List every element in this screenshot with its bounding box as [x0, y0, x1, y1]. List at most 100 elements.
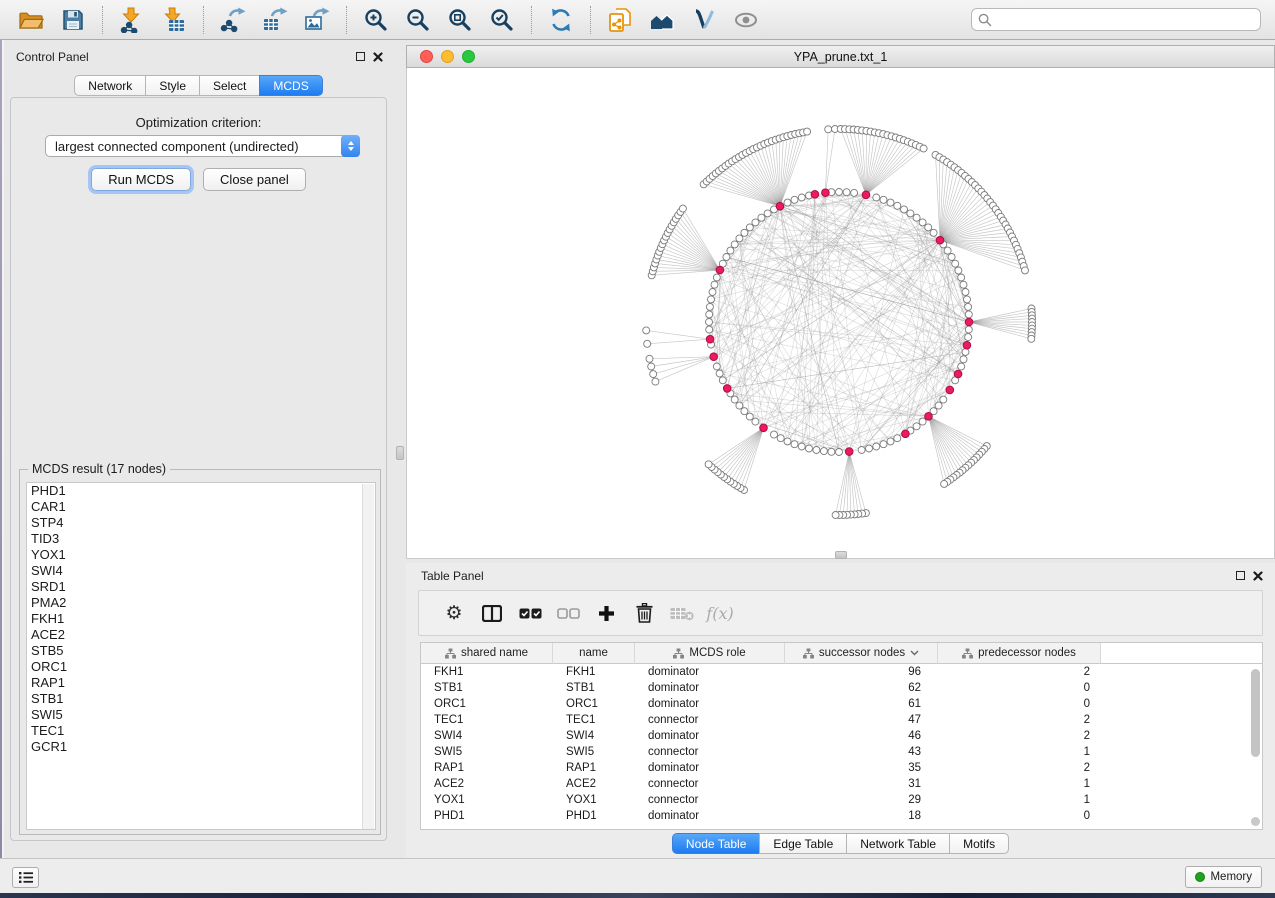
float-icon[interactable]	[356, 52, 365, 61]
tab-motifs[interactable]: Motifs	[949, 833, 1009, 854]
unselect-all-rows-icon[interactable]	[549, 595, 587, 631]
cell: TEC1	[421, 714, 553, 726]
cell: PHD1	[421, 810, 553, 822]
vertical-split-grip[interactable]	[396, 446, 404, 460]
tab-node-table[interactable]: Node Table	[672, 833, 761, 854]
mcds-result-item[interactable]: YOX1	[27, 547, 375, 563]
mcds-result-item[interactable]: SWI4	[27, 563, 375, 579]
mcds-result-list[interactable]: PHD1CAR1STP4TID3YOX1SWI4SRD1PMA2FKH1ACE2…	[26, 482, 376, 830]
column-header-MCDS-role[interactable]: MCDS role	[635, 643, 785, 664]
table-row[interactable]: YOX1YOX1connector291	[421, 792, 1262, 808]
mcds-result-item[interactable]: STP4	[27, 515, 375, 531]
clone-network-icon[interactable]	[602, 3, 638, 37]
mcds-result-item[interactable]: STB1	[27, 691, 375, 707]
tab-network[interactable]: Network	[74, 75, 146, 96]
table-row[interactable]: ORC1ORC1dominator610	[421, 696, 1262, 712]
delete-row-icon[interactable]	[625, 595, 663, 631]
zoom-fit-icon[interactable]	[442, 3, 478, 37]
import-table-icon[interactable]	[156, 3, 192, 37]
import-network-icon[interactable]	[114, 3, 150, 37]
mcds-result-item[interactable]: PHD1	[27, 483, 375, 499]
cell: 43	[785, 746, 938, 758]
network-graph[interactable]	[407, 68, 1274, 557]
cell: 2	[938, 714, 1101, 726]
tab-select[interactable]: Select	[199, 75, 260, 96]
mcds-list-scrollbar[interactable]	[362, 484, 374, 830]
select-all-rows-icon[interactable]	[511, 595, 549, 631]
mcds-result-item[interactable]: CAR1	[27, 499, 375, 515]
houses-icon[interactable]	[644, 3, 680, 37]
zoom-selected-icon[interactable]	[484, 3, 520, 37]
table-row[interactable]: ACE2ACE2connector311	[421, 776, 1262, 792]
close-icon[interactable]	[373, 52, 383, 62]
save-session-icon[interactable]	[55, 3, 91, 37]
column-tree-icon	[445, 648, 456, 659]
curly-v-icon[interactable]	[686, 3, 722, 37]
toolbar-separator	[203, 6, 204, 34]
cell: YOX1	[421, 794, 553, 806]
header-filler	[1101, 643, 1262, 664]
column-header-name[interactable]: name	[553, 643, 635, 664]
cell: STB1	[553, 682, 635, 694]
mcds-result-item[interactable]: SWI5	[27, 707, 375, 723]
search-input[interactable]	[996, 13, 1254, 27]
open-file-icon[interactable]	[13, 3, 49, 37]
search-icon	[978, 13, 992, 27]
close-icon[interactable]	[1253, 571, 1263, 581]
table-scrollbar-thumb[interactable]	[1251, 669, 1260, 757]
mcds-result-item[interactable]: RAP1	[27, 675, 375, 691]
table-scrollbar-end	[1251, 817, 1260, 826]
memory-button[interactable]: Memory	[1185, 866, 1262, 888]
table-row[interactable]: STB1STB1dominator620	[421, 680, 1262, 696]
table-row[interactable]: SWI4SWI4dominator462	[421, 728, 1262, 744]
table-row[interactable]: FKH1FKH1dominator962	[421, 664, 1262, 680]
network-graph-canvas[interactable]	[406, 68, 1275, 559]
tab-edge-table[interactable]: Edge Table	[759, 833, 847, 854]
cell: dominator	[635, 730, 785, 742]
mcds-result-item[interactable]: GCR1	[27, 739, 375, 755]
column-header-successor-nodes[interactable]: successor nodes	[785, 643, 938, 664]
mcds-result-item[interactable]: SRD1	[27, 579, 375, 595]
task-history-button[interactable]	[12, 867, 39, 888]
run-mcds-button[interactable]: Run MCDS	[91, 168, 191, 191]
float-icon[interactable]	[1236, 571, 1245, 580]
mcds-result-item[interactable]: ACE2	[27, 627, 375, 643]
add-row-icon[interactable]	[587, 595, 625, 631]
zoom-in-icon[interactable]	[358, 3, 394, 37]
mcds-result-item[interactable]: STB5	[27, 643, 375, 659]
tab-network-table[interactable]: Network Table	[846, 833, 950, 854]
mcds-result-item[interactable]: TEC1	[27, 723, 375, 739]
table-body: FKH1FKH1dominator962STB1STB1dominator620…	[421, 664, 1262, 824]
column-header-shared-name[interactable]: shared name	[421, 643, 553, 664]
mcds-result-item[interactable]: FKH1	[27, 611, 375, 627]
mcds-result-item[interactable]: TID3	[27, 531, 375, 547]
cell: PHD1	[553, 810, 635, 822]
refresh-view-icon[interactable]	[543, 3, 579, 37]
tab-style[interactable]: Style	[145, 75, 200, 96]
cell: dominator	[635, 810, 785, 822]
table-row[interactable]: SWI5SWI5connector431	[421, 744, 1262, 760]
export-network-icon[interactable]	[215, 3, 251, 37]
mcds-result-item[interactable]: ORC1	[27, 659, 375, 675]
tab-mcds[interactable]: MCDS	[259, 75, 322, 96]
cell: YOX1	[553, 794, 635, 806]
table-row[interactable]: RAP1RAP1dominator352	[421, 760, 1262, 776]
cell: 1	[938, 794, 1101, 806]
table-settings-gear-icon[interactable]: ⚙	[435, 595, 473, 631]
close-panel-button[interactable]: Close panel	[203, 168, 306, 191]
cell: SWI5	[553, 746, 635, 758]
table-row[interactable]: TEC1TEC1connector472	[421, 712, 1262, 728]
export-image-icon[interactable]	[299, 3, 335, 37]
network-window-titlebar[interactable]: YPA_prune.txt_1	[406, 45, 1275, 68]
show-columns-icon[interactable]	[473, 595, 511, 631]
search-box[interactable]	[971, 8, 1261, 31]
column-header-predecessor-nodes[interactable]: predecessor nodes	[938, 643, 1101, 664]
table-row[interactable]: PHD1PHD1dominator180	[421, 808, 1262, 824]
mcds-result-item[interactable]: PMA2	[27, 595, 375, 611]
zoom-out-icon[interactable]	[400, 3, 436, 37]
cell: 18	[785, 810, 938, 822]
optimization-criterion-dropdown[interactable]: largest connected component (undirected)	[45, 135, 360, 157]
export-table-icon[interactable]	[257, 3, 293, 37]
horizontal-split-grip[interactable]	[835, 551, 847, 559]
show-graphics-eye-icon[interactable]	[728, 3, 764, 37]
